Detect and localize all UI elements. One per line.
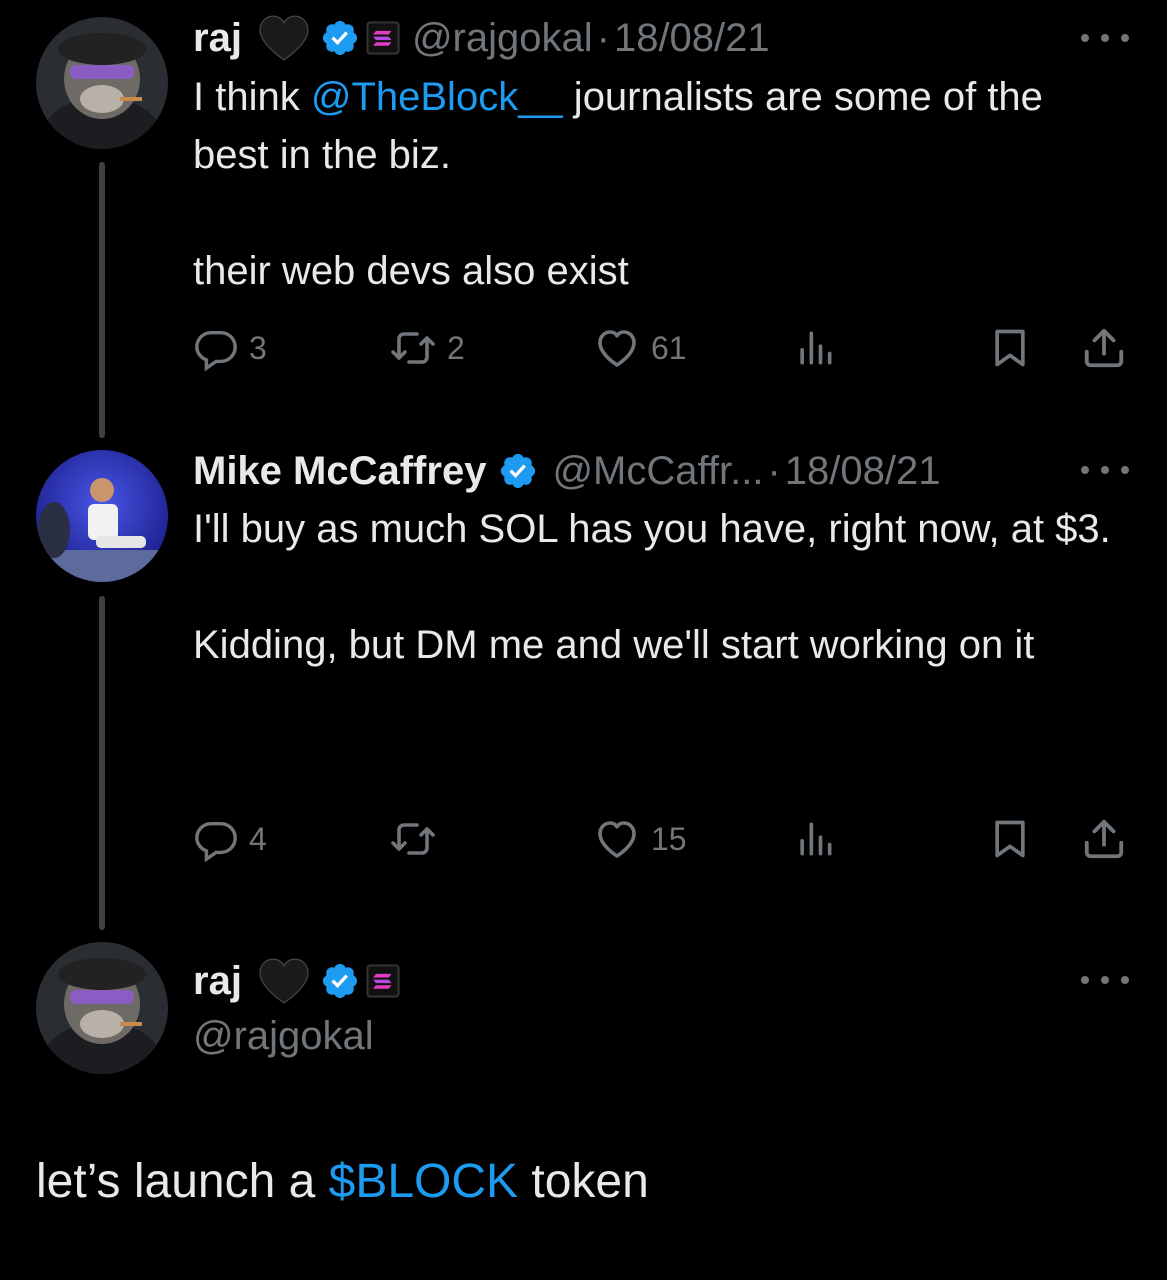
views-button[interactable] xyxy=(793,323,837,373)
avatar-mike-mccaffrey[interactable] xyxy=(36,450,168,582)
main-tweet-header: raj xyxy=(193,957,400,1005)
reply-button[interactable]: 3 xyxy=(193,323,267,373)
verified-badge-icon xyxy=(320,18,360,58)
avatar-raj[interactable] xyxy=(36,17,168,149)
like-count: 61 xyxy=(651,329,687,366)
author-handle[interactable]: @rajgokal xyxy=(193,1012,374,1060)
tweet-actions: 3 2 61 xyxy=(193,323,1133,373)
mention-link[interactable]: @TheBlock__ xyxy=(311,75,563,119)
share-button[interactable] xyxy=(1081,323,1127,373)
more-icon[interactable] xyxy=(1081,28,1129,48)
author-name[interactable]: Mike McCaffrey xyxy=(193,447,486,495)
separator-dot: · xyxy=(767,449,781,493)
tweet-actions: 4 15 xyxy=(193,814,1133,864)
tweet-header: Mike McCaffrey @McCaffr... · 18/08/21 xyxy=(193,447,940,495)
main-text-end: token xyxy=(518,1155,649,1208)
reply-count: 4 xyxy=(249,820,267,857)
like-count: 15 xyxy=(651,820,687,857)
like-button[interactable]: 15 xyxy=(593,814,687,864)
tweet-text-start: I think xyxy=(193,75,311,119)
cashtag-link[interactable]: $BLOCK xyxy=(329,1155,518,1208)
views-button[interactable] xyxy=(793,814,837,864)
thread-line xyxy=(99,596,105,930)
solana-badge-icon xyxy=(366,21,400,55)
separator-dot: · xyxy=(596,16,610,60)
tweet-date[interactable]: 18/08/21 xyxy=(785,447,941,495)
verified-badge-icon xyxy=(320,961,360,1001)
black-heart-emoji-icon xyxy=(256,957,312,1005)
thread-line xyxy=(99,162,105,438)
verified-badge-icon xyxy=(498,451,538,491)
tweet-date[interactable]: 18/08/21 xyxy=(614,14,770,62)
retweet-count: 2 xyxy=(447,329,465,366)
author-name[interactable]: raj xyxy=(193,14,242,62)
black-heart-emoji-icon xyxy=(256,14,312,62)
tweet-header: raj @rajgokal · 18/08/21 xyxy=(193,14,770,62)
solana-badge-icon xyxy=(366,964,400,998)
bookmark-button[interactable] xyxy=(988,323,1032,373)
share-button[interactable] xyxy=(1081,814,1127,864)
avatar-raj[interactable] xyxy=(36,942,168,1074)
tweet-text: I think @TheBlock__ journalists are some… xyxy=(193,68,1113,300)
main-text-start: let’s launch a xyxy=(36,1155,329,1208)
like-button[interactable]: 61 xyxy=(593,323,687,373)
reply-count: 3 xyxy=(249,329,267,366)
tweet-text: I'll buy as much SOL has you have, right… xyxy=(193,507,1111,667)
author-handle[interactable]: @rajgokal xyxy=(412,14,593,62)
main-tweet-text: let’s launch a $BLOCK token xyxy=(36,1150,649,1214)
author-handle[interactable]: @McCaffr... xyxy=(552,447,763,495)
more-icon[interactable] xyxy=(1081,970,1129,990)
more-icon[interactable] xyxy=(1081,460,1129,480)
reply-button[interactable]: 4 xyxy=(193,814,267,864)
retweet-button[interactable] xyxy=(389,814,447,864)
retweet-button[interactable]: 2 xyxy=(389,323,465,373)
bookmark-button[interactable] xyxy=(988,814,1032,864)
author-name[interactable]: raj xyxy=(193,957,242,1005)
